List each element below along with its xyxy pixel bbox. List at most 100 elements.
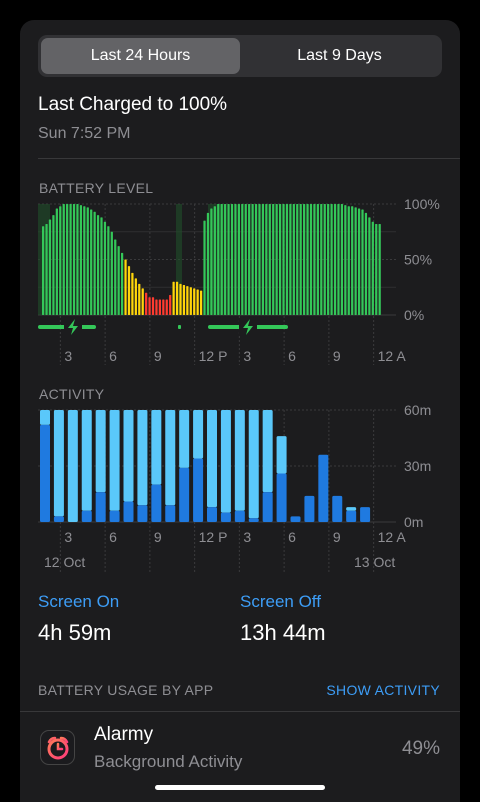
screen-on-bar [290, 516, 301, 522]
battery-bar [193, 288, 196, 315]
screen-on-bar [81, 510, 92, 522]
battery-bar [114, 239, 117, 315]
battery-bar [169, 295, 172, 315]
battery-bar [79, 205, 83, 315]
screen-on-bar [151, 484, 162, 522]
screen-off-bar [53, 410, 64, 517]
battery-bar [96, 215, 100, 315]
battery-bar [344, 205, 347, 315]
x-tick-label: 6 [288, 529, 296, 545]
battery-bar [278, 204, 282, 315]
y-tick-label: 0m [404, 514, 423, 530]
app-name: Alarmy [94, 724, 154, 745]
screen-off-value: 13h 44m [240, 620, 326, 645]
battery-bar [227, 204, 230, 315]
battery-bar [52, 215, 55, 315]
battery-bar [230, 204, 234, 315]
battery-bar [48, 219, 52, 315]
battery-bar [357, 208, 361, 315]
battery-bar [62, 204, 65, 315]
battery-bar [248, 204, 251, 315]
x-tick-label: 12 A [378, 348, 407, 364]
battery-bar [237, 204, 240, 315]
battery-bar [309, 204, 313, 315]
battery-bar [323, 204, 326, 315]
battery-bar [234, 204, 237, 315]
x-tick-label: 12 P [199, 529, 228, 545]
battery-bar [66, 204, 69, 315]
battery-bar [340, 204, 344, 315]
battery-bar [189, 287, 192, 315]
battery-bar [375, 223, 378, 315]
battery-bar [141, 288, 144, 315]
screen-on-bar [53, 516, 64, 522]
date-label: 13 Oct [354, 554, 395, 570]
screen-on-bar [248, 518, 259, 522]
screen-on-bar [109, 510, 120, 522]
battery-bar [196, 289, 199, 315]
battery-bar [117, 246, 120, 315]
app-percent: 49% [401, 738, 440, 759]
screen-off-bar [262, 410, 273, 493]
battery-bar [316, 204, 319, 315]
battery-bar [155, 299, 158, 315]
battery-bar [165, 299, 168, 315]
battery-bar [330, 204, 333, 315]
battery-bar [138, 283, 141, 315]
battery-bar [268, 204, 271, 315]
battery-bar [151, 297, 155, 315]
battery-bar [292, 204, 295, 315]
y-tick-label: 60m [404, 402, 431, 418]
battery-bar [186, 286, 189, 315]
battery-bar [282, 204, 285, 315]
screen-off-label: Screen Off [240, 592, 321, 611]
battery-bar [55, 208, 58, 315]
x-tick-label: 9 [333, 348, 341, 364]
battery-bar [333, 204, 337, 315]
x-tick-label: 3 [243, 348, 251, 364]
battery-bar [76, 204, 79, 315]
battery-card: Last 24 Hours Last 9 Days Last Charged t… [20, 20, 460, 802]
battery-bar [90, 209, 93, 315]
x-tick-label: 12 P [199, 348, 228, 364]
screen-on-bar [332, 495, 343, 522]
battery-bar [45, 223, 48, 315]
battery-bar [299, 204, 302, 315]
battery-bar [213, 206, 216, 315]
screen-off-bar [248, 410, 259, 519]
battery-bar [131, 272, 134, 315]
screen-off-bar [40, 410, 50, 425]
screen-on-bar [318, 454, 329, 522]
battery-bar [261, 204, 265, 315]
battery-bar [203, 220, 206, 315]
x-tick-label: 6 [109, 348, 117, 364]
battery-bar [124, 259, 127, 315]
alarm-clock-icon [40, 730, 75, 765]
screen-on-bar [346, 510, 357, 522]
screen-on-bar [360, 507, 371, 522]
battery-bar [158, 299, 162, 315]
screen-on-bar [165, 505, 176, 522]
home-indicator[interactable] [155, 785, 325, 790]
battery-bar [337, 204, 340, 315]
screen-on-bar [234, 510, 245, 522]
screen-off-bar [151, 410, 162, 485]
battery-bar [265, 204, 268, 315]
battery-bar [361, 209, 364, 315]
battery-bar [127, 266, 131, 315]
battery-bar [285, 204, 289, 315]
battery-bar [354, 207, 357, 315]
battery-bar [42, 226, 45, 315]
battery-bar [306, 204, 309, 315]
screen-on-bar [207, 507, 217, 522]
battery-bar [368, 217, 371, 315]
battery-bar [347, 206, 350, 315]
battery-bar [93, 211, 96, 315]
x-tick-label: 3 [64, 529, 72, 545]
battery-bar [199, 290, 203, 315]
screen-on-bar [123, 501, 134, 522]
battery-bar [220, 204, 223, 315]
show-activity-link[interactable]: SHOW ACTIVITY [326, 682, 440, 698]
screen-off-bar [193, 410, 204, 459]
x-tick-label: 9 [333, 529, 341, 545]
